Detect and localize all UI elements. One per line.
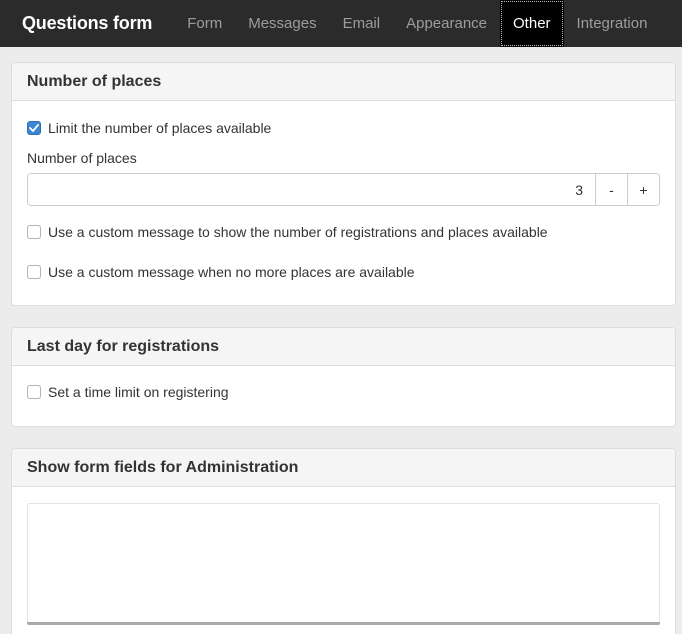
panel-title: Last day for registrations <box>12 328 675 366</box>
top-navbar: Questions form Form Messages Email Appea… <box>0 0 682 47</box>
brand-title[interactable]: Questions form <box>0 0 174 47</box>
panel-title: Number of places <box>12 63 675 101</box>
custom-message-label: Use a custom message to show the number … <box>48 224 548 240</box>
decrement-button[interactable]: - <box>595 174 627 205</box>
panel-title: Show form fields for Administration <box>12 449 675 487</box>
no-places-message-label: Use a custom message when no more places… <box>48 264 415 280</box>
scrollbar[interactable] <box>27 622 660 625</box>
time-limit-checkbox-row[interactable]: Set a time limit on registering <box>27 384 229 400</box>
tab-other[interactable]: Other <box>500 0 564 47</box>
limit-places-checkbox-row[interactable]: Limit the number of places available <box>27 120 271 136</box>
tab-appearance[interactable]: Appearance <box>393 0 500 47</box>
increment-button[interactable]: + <box>627 174 659 205</box>
no-places-message-checkbox-row[interactable]: Use a custom message when no more places… <box>27 264 415 280</box>
number-of-places-input[interactable] <box>28 174 595 205</box>
no-places-message-checkbox[interactable] <box>27 265 41 279</box>
tab-messages[interactable]: Messages <box>235 0 329 47</box>
tab-form[interactable]: Form <box>174 0 235 47</box>
custom-message-checkbox[interactable] <box>27 225 41 239</box>
number-of-places-stepper: - + <box>27 173 660 206</box>
limit-places-checkbox[interactable] <box>27 121 41 135</box>
time-limit-label: Set a time limit on registering <box>48 384 229 400</box>
number-of-places-panel: Number of places Limit the number of pla… <box>11 62 676 306</box>
custom-message-checkbox-row[interactable]: Use a custom message to show the number … <box>27 224 548 240</box>
check-icon <box>29 124 39 132</box>
limit-places-label: Limit the number of places available <box>48 120 272 136</box>
number-of-places-label: Number of places <box>27 150 137 166</box>
admin-fields-panel: Show form fields for Administration <box>11 448 676 634</box>
last-day-panel: Last day for registrations Set a time li… <box>11 327 676 427</box>
time-limit-checkbox[interactable] <box>27 385 41 399</box>
tab-email[interactable]: Email <box>330 0 394 47</box>
tab-integration[interactable]: Integration <box>564 0 661 47</box>
admin-fields-list[interactable] <box>27 503 660 625</box>
